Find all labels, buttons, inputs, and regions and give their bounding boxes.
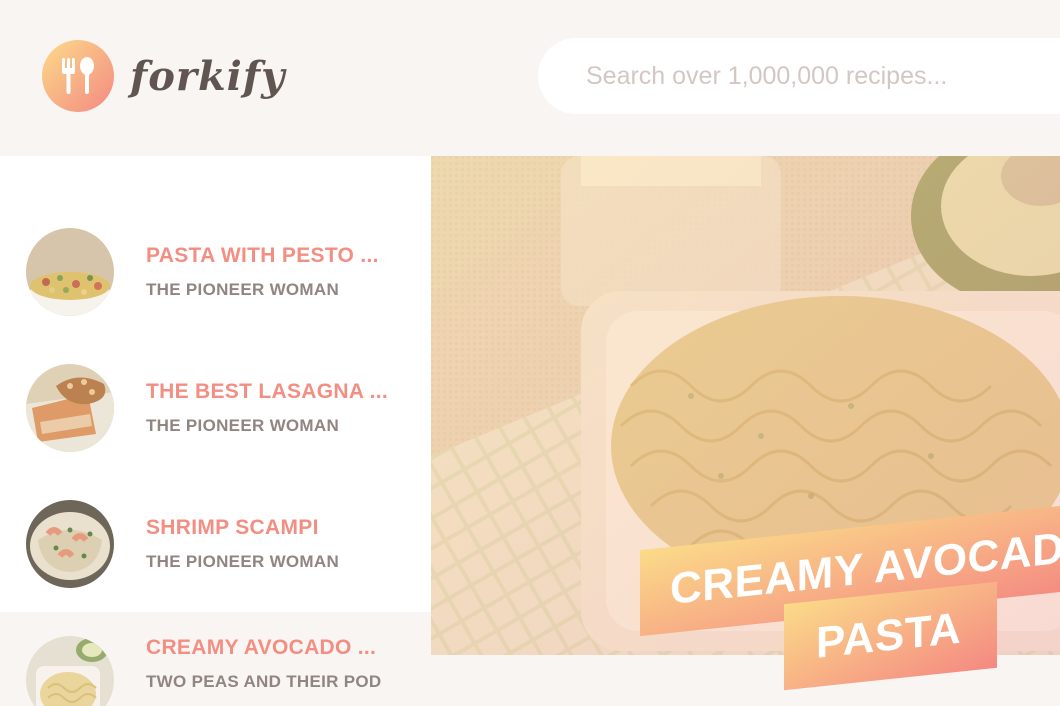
- fork-spoon-glyph: [62, 57, 94, 94]
- result-item[interactable]: SHRIMP SCAMPI THE PIONEER WOMAN: [0, 476, 431, 612]
- result-item[interactable]: THE BEST LASAGNA ... THE PIONEER WOMAN: [0, 340, 431, 476]
- logo-text: forkify: [130, 52, 286, 100]
- result-data: SHRIMP SCAMPI THE PIONEER WOMAN: [146, 516, 339, 572]
- result-data: CREAMY AVOCADO ... TWO PEAS AND THEIR PO…: [146, 636, 381, 692]
- result-data: THE BEST LASAGNA ... THE PIONEER WOMAN: [146, 380, 388, 436]
- result-title: SHRIMP SCAMPI: [146, 516, 319, 539]
- result-thumbnail: [26, 636, 114, 706]
- result-data: PASTA WITH PESTO ... THE PIONEER WOMAN: [146, 244, 379, 300]
- result-title: PASTA WITH PESTO ...: [146, 244, 379, 267]
- result-publisher: THE PIONEER WOMAN: [146, 552, 340, 571]
- result-item-active[interactable]: CREAMY AVOCADO ... TWO PEAS AND THEIR PO…: [0, 612, 447, 706]
- result-thumbnail: [26, 364, 114, 452]
- result-title: THE BEST LASAGNA ...: [146, 380, 389, 403]
- search-input[interactable]: [586, 61, 1060, 91]
- fork-spoon-icon: [42, 40, 114, 112]
- result-thumbnail: [26, 500, 114, 588]
- recipe: CREAMY AVOCADO PASTA: [431, 156, 1060, 706]
- result-publisher: TWO PEAS AND THEIR POD: [146, 672, 382, 691]
- search-form: [538, 38, 1060, 114]
- result-item[interactable]: PASTA WITH PESTO ... THE PIONEER WOMAN: [0, 204, 431, 340]
- logo[interactable]: forkify: [42, 40, 285, 112]
- result-publisher: THE PIONEER WOMAN: [146, 280, 340, 299]
- result-publisher: THE PIONEER WOMAN: [146, 416, 340, 435]
- result-title: CREAMY AVOCADO ...: [146, 636, 377, 659]
- result-thumbnail: [26, 228, 114, 316]
- search-results: PASTA WITH PESTO ... THE PIONEER WOMAN T…: [0, 156, 447, 706]
- header: forkify: [0, 0, 1060, 156]
